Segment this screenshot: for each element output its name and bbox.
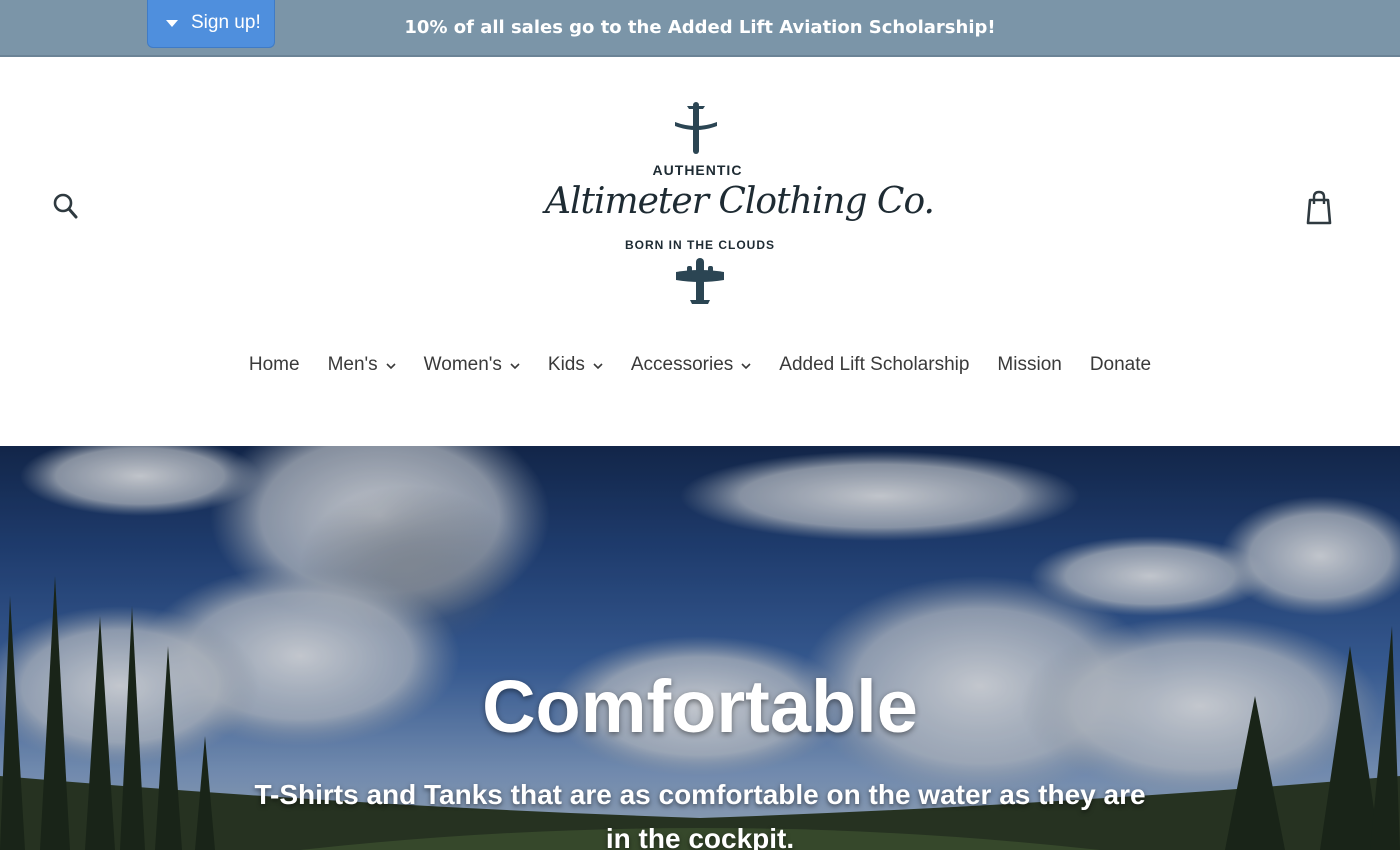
airplane-icon	[675, 102, 717, 154]
airplane-icon	[676, 258, 724, 304]
caret-down-icon	[166, 20, 178, 27]
hero-subtitle: T-Shirts and Tanks that are as comfortab…	[254, 779, 1146, 850]
nav-item-accessories[interactable]: Accessories	[631, 354, 751, 376]
nav-item-donate[interactable]: Donate	[1090, 354, 1151, 376]
logo-top-text: AUTHENTIC	[652, 162, 743, 178]
shopping-bag-icon	[1306, 190, 1332, 225]
nav-item-mission[interactable]: Mission	[997, 354, 1061, 376]
nav-item-womens[interactable]: Women's	[424, 354, 520, 376]
search-icon	[53, 193, 78, 219]
search-button[interactable]	[48, 188, 84, 224]
hero-banner: Comfortable T-Shirts and Tanks that are …	[0, 446, 1400, 850]
nav-item-kids[interactable]: Kids	[548, 354, 603, 376]
logo-brand-script: Altimeter Clothing Co.	[545, 181, 935, 222]
site-logo[interactable]: AUTHENTIC Altimeter Clothing Co. BORN IN…	[545, 98, 935, 313]
nav-item-mens[interactable]: Men's	[328, 354, 396, 376]
signup-label: Sign up!	[191, 12, 261, 33]
chevron-down-icon	[741, 362, 751, 369]
main-navigation: Home Men's Women's Kids Accessories Adde…	[0, 350, 1400, 380]
nav-item-added-lift-scholarship[interactable]: Added Lift Scholarship	[779, 354, 969, 376]
chevron-down-icon	[386, 362, 396, 369]
nav-item-home[interactable]: Home	[249, 354, 300, 376]
nav-item-label: Women's	[423, 354, 502, 375]
nav-item-label: Added Lift Scholarship	[779, 354, 970, 375]
hero-title: Comfortable	[482, 665, 918, 748]
nav-item-label: Donate	[1089, 354, 1152, 375]
signup-button[interactable]: Sign up!	[147, 0, 275, 48]
nav-item-label: Kids	[547, 354, 585, 375]
logo-tagline: BORN IN THE CLOUDS	[625, 238, 775, 252]
announcement-bar: 10% of all sales go to the Added Lift Av…	[0, 0, 1400, 57]
cart-button[interactable]	[1301, 188, 1337, 228]
chevron-down-icon	[593, 362, 603, 369]
nav-item-label: Mission	[997, 354, 1062, 375]
chevron-down-icon	[510, 362, 520, 369]
nav-item-label: Home	[248, 354, 300, 375]
nav-item-label: Accessories	[630, 354, 734, 375]
nav-item-label: Men's	[327, 354, 378, 375]
